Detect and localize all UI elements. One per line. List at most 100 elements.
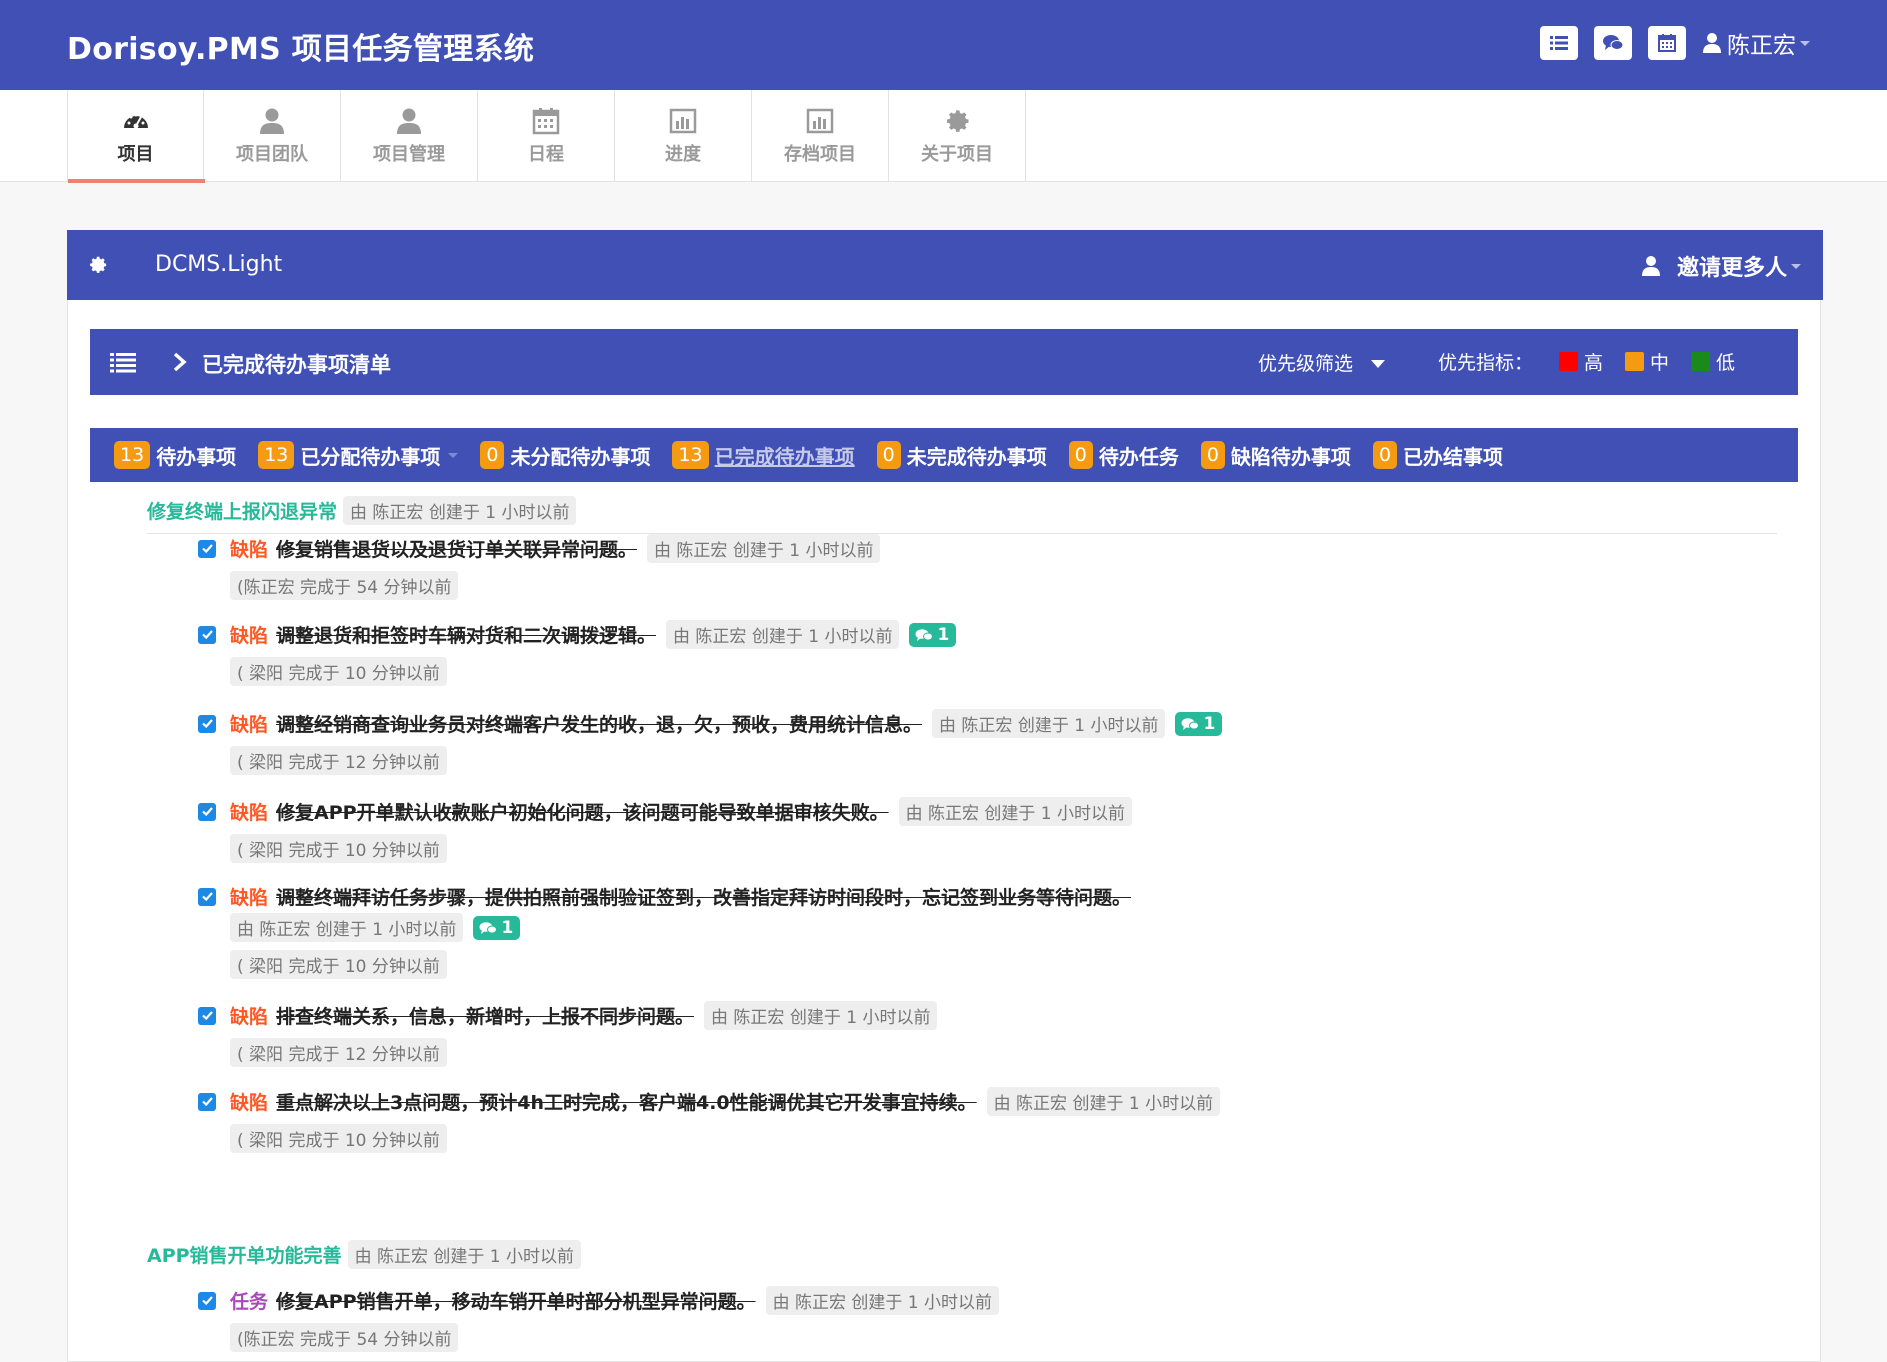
list-icon[interactable] [1540, 26, 1578, 60]
priority-legend-text: 低 [1716, 352, 1736, 374]
todo-checkbox[interactable] [198, 625, 216, 644]
user-name: 陈正宏 [1727, 33, 1796, 59]
priority-legend-item: 高 [1559, 348, 1603, 375]
nav-tab-6[interactable]: 关于项目 [889, 90, 1026, 182]
completed-meta: ( 梁阳 完成于 10 分钟以前 [230, 1124, 447, 1153]
todo-checkbox[interactable] [198, 539, 216, 558]
todo-type-label: 缺陷 [230, 802, 269, 824]
user-icon [257, 106, 287, 140]
filter-tab-0[interactable]: 13 待办事项 [114, 441, 236, 470]
todo-text[interactable]: 修复APP销售开单，移动车销开单时部分机型异常问题。 [276, 1287, 756, 1314]
calendar-icon[interactable] [1648, 26, 1686, 60]
todo-item: 缺陷 调整退货和拒签时车辆对货和二次调拨逻辑。由 陈正宏 创建于 1 小时以前 1 (… [198, 620, 1758, 686]
filter-tab-2[interactable]: 0 未分配待办事项 [480, 441, 650, 470]
completed-meta: (陈正宏 完成于 54 分钟以前 [230, 571, 459, 600]
comments-icon [915, 628, 937, 642]
caret-down-icon [1791, 263, 1801, 269]
completed-meta: ( 梁阳 完成于 10 分钟以前 [230, 834, 447, 863]
gear-icon[interactable] [87, 254, 109, 276]
priority-legend-item: 低 [1691, 348, 1735, 375]
comment-count-badge[interactable]: 1 [473, 915, 521, 940]
todo-type-label: 缺陷 [230, 1006, 269, 1028]
todo-text[interactable]: 调整终端拜访任务步骤，提供拍照前强制验证签到，改善指定拜访时间段时，忘记签到业务… [276, 883, 1131, 910]
filter-tab-1[interactable]: 13 已分配待办事项 [258, 441, 459, 470]
todo-text[interactable]: 调整经销商查询业务员对终端客户发生的收，退，欠，预收，费用统计信息。 [276, 710, 922, 737]
filter-count-badge: 0 [1068, 441, 1093, 469]
comment-count: 1 [1203, 713, 1216, 734]
nav-tab-2[interactable]: 项目管理 [341, 90, 478, 182]
todo-text[interactable]: 调整退货和拒签时车辆对货和二次调拨逻辑。 [276, 621, 656, 648]
nav-tabs: 项目 项目团队 项目管理 日程 进度 存档项目 关于项目 [67, 90, 1026, 183]
created-meta: 由 陈正宏 创建于 1 小时以前 [343, 496, 577, 525]
nav-tab-5[interactable]: 存档项目 [752, 90, 889, 182]
todo-group-title[interactable]: 修复终端上报闪退异常 [147, 497, 337, 524]
user-menu[interactable]: 陈正宏 [1702, 26, 1810, 60]
calendar-icon [531, 106, 561, 140]
created-meta: 由 陈正宏 创建于 1 小时以前 [765, 1286, 1000, 1315]
completed-meta: ( 梁阳 完成于 12 分钟以前 [230, 1038, 447, 1067]
project-name[interactable]: DCMS.Light [155, 252, 282, 277]
nav-tab-label: 项目管理 [373, 144, 445, 165]
invite-button[interactable]: 邀请更多人 [1641, 250, 1801, 282]
nav-tab-3[interactable]: 日程 [478, 90, 615, 182]
comment-count-badge[interactable]: 1 [909, 622, 957, 647]
todo-meta-line: 由 陈正宏 创建于 1 小时以前 1 [230, 913, 1758, 942]
todo-text[interactable]: 重点解决以上3点问题，预计4h工时完成，客户端4.0性能调优其它开发事宜持续。 [276, 1088, 977, 1115]
filter-tab-label: 已办结事项 [1403, 444, 1504, 469]
nav-tab-0[interactable]: 项目 [67, 90, 205, 183]
project-header: DCMS.Light 邀请更多人 [67, 230, 1823, 300]
header-actions: 陈正宏 [1540, 26, 1810, 60]
priority-filter-dropdown[interactable]: 优先级筛选 [1258, 349, 1386, 376]
app-brand[interactable]: Dorisoy.PMS 项目任务管理系统 [67, 24, 534, 68]
todo-text[interactable]: 修复销售退货以及退货订单关联异常问题。 [276, 535, 637, 562]
todo-text[interactable]: 修复APP开单默认收款账户初始化问题，该问题可能导致单据审核失败。 [276, 798, 889, 825]
filter-tab-3[interactable]: 13 已完成待办事项 [672, 441, 855, 470]
filter-count-badge: 13 [258, 441, 295, 469]
completed-meta: ( 梁阳 完成于 10 分钟以前 [230, 950, 447, 979]
nav-tab-label: 进度 [665, 144, 701, 165]
todo-type-label: 缺陷 [230, 887, 269, 909]
todo-group-header: 修复终端上报闪退异常由 陈正宏 创建于 1 小时以前 [147, 496, 577, 525]
todo-type-label: 缺陷 [230, 539, 269, 561]
todo-checkbox[interactable] [198, 1092, 216, 1111]
user-icon [1641, 256, 1660, 276]
todo-type-label: 任务 [230, 1291, 269, 1313]
priority-filter-label: 优先级筛选 [1258, 353, 1354, 375]
filter-tab-7[interactable]: 0 已办结事项 [1372, 441, 1504, 470]
todo-group-header: APP销售开单功能完善由 陈正宏 创建于 1 小时以前 [147, 1240, 581, 1269]
priority-swatch [1691, 352, 1711, 371]
comment-count-badge[interactable]: 1 [1175, 711, 1223, 736]
todo-item: 任务 修复APP销售开单，移动车销开单时部分机型异常问题。由 陈正宏 创建于 1 … [198, 1286, 1758, 1352]
caret-down-icon [1800, 40, 1810, 46]
comment-count: 1 [937, 624, 950, 645]
filter-tab-4[interactable]: 0 未完成待办事项 [876, 441, 1047, 470]
list-title: 已完成待办事项清单 [202, 353, 391, 377]
filter-tab-6[interactable]: 0 缺陷待办事项 [1200, 441, 1351, 470]
todo-group-title[interactable]: APP销售开单功能完善 [147, 1241, 342, 1268]
bar-chart-icon [805, 106, 835, 140]
main-nav: 项目 项目团队 项目管理 日程 进度 存档项目 关于项目 [0, 90, 1887, 183]
priority-legend: 优先指标： 高 中 低 [1438, 348, 1735, 375]
filter-tab-label: 已完成待办事项 [714, 444, 855, 469]
comments-icon[interactable] [1594, 26, 1632, 60]
todo-checkbox[interactable] [198, 1006, 216, 1025]
todo-item: 缺陷 调整终端拜访任务步骤，提供拍照前强制验证签到，改善指定拜访时间段时，忘记签到… [198, 883, 1758, 979]
todo-checkbox[interactable] [198, 714, 216, 733]
created-meta: 由 陈正宏 创建于 1 小时以前 [898, 797, 1133, 826]
todo-text[interactable]: 排查终端关系，信息，新增时，上报不同步问题。 [276, 1002, 694, 1029]
filter-count-badge: 0 [876, 441, 901, 469]
bar-chart-icon [668, 106, 698, 140]
list-icon[interactable] [110, 351, 136, 373]
todo-checkbox[interactable] [198, 1291, 216, 1310]
created-meta: 由 陈正宏 创建于 1 小时以前 [647, 534, 881, 563]
filter-tab-5[interactable]: 0 待办任务 [1068, 441, 1179, 470]
created-meta: 由 陈正宏 创建于 1 小时以前 [347, 1240, 581, 1269]
nav-tab-1[interactable]: 项目团队 [204, 90, 341, 182]
todo-checkbox[interactable] [198, 887, 216, 906]
priority-legend-label: 优先指标： [1438, 352, 1534, 374]
project-panel: DCMS.Light 邀请更多人 [67, 230, 1823, 1362]
todo-item: 缺陷 重点解决以上3点问题，预计4h工时完成，客户端4.0性能调优其它开发事宜持续… [198, 1087, 1758, 1153]
todo-checkbox[interactable] [198, 802, 216, 821]
priority-legend-text: 高 [1584, 352, 1604, 374]
nav-tab-4[interactable]: 进度 [615, 90, 752, 182]
